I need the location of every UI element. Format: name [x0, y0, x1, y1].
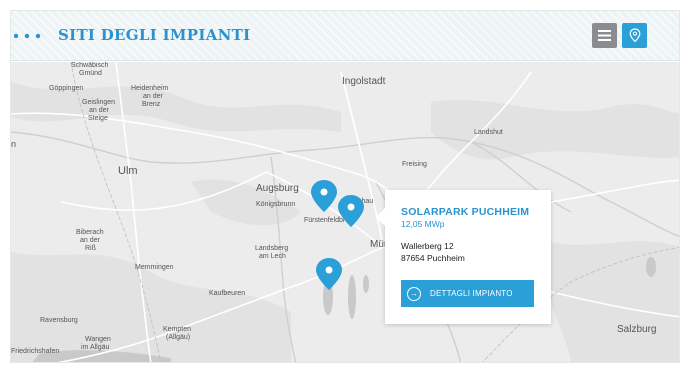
- city-label-schwabisch-gmund-2: Gmünd: [79, 70, 102, 77]
- city-label-freising: Freising: [402, 161, 427, 168]
- city-label-edge: n: [11, 139, 16, 149]
- city-label-landsberg: Landsberg: [255, 245, 288, 252]
- city-label-landshut: Landshut: [474, 129, 503, 136]
- list-view-button[interactable]: [592, 23, 617, 48]
- plant-map[interactable]: Ingolstadt Ulm Augsburg Mün Salzburg Sch…: [11, 62, 680, 363]
- city-label-ravensburg: Ravensburg: [40, 317, 78, 324]
- city-label-heidenheim: Heidenheim: [131, 85, 169, 92]
- map-canvas[interactable]: Ingolstadt Ulm Augsburg Mün Salzburg Sch…: [11, 62, 680, 363]
- city-label-kempten: Kempten: [163, 326, 191, 333]
- city-label-schwabisch-gmund: Schwäbisch: [71, 62, 108, 69]
- city-label-memmingen: Memmingen: [135, 264, 174, 271]
- city-label-wangen: Wangen: [85, 336, 111, 343]
- city-label-salzburg: Salzburg: [617, 324, 656, 335]
- city-label-konigsbrunn: Königsbrunn: [256, 201, 295, 208]
- plant-power: 12,05 MWp: [401, 219, 445, 229]
- city-label-heidenheim-2: an der: [143, 93, 164, 100]
- city-label-kaufbeuren: Kaufbeuren: [209, 290, 245, 297]
- arrow-right-circle-icon: →: [407, 286, 421, 301]
- city-label-geislingen-2: an der: [89, 107, 110, 114]
- list-icon: [598, 30, 611, 41]
- section-header: SITI DEGLI IMPIANTI: [11, 11, 679, 61]
- city-label-geislingen-3: Steige: [88, 115, 108, 122]
- popup-arrow: [376, 208, 385, 226]
- city-label-goppingen: Göppingen: [49, 85, 83, 92]
- city-label-biberach-3: Riß: [85, 245, 96, 252]
- city-label-friedrichshafen: Friedrichshafen: [11, 348, 59, 355]
- city-label-landsberg-2: am Lech: [259, 253, 286, 260]
- plant-city: 87654 Puchheim: [401, 253, 465, 263]
- city-label-ingolstadt: Ingolstadt: [342, 76, 386, 87]
- dots-decoration-icon: [13, 33, 41, 39]
- city-label-augsburg: Augsburg: [256, 183, 299, 194]
- city-label-biberach-2: an der: [80, 237, 101, 244]
- city-label-geislingen: Geislingen: [82, 99, 115, 106]
- plant-details-label: DETTAGLI IMPIANTO: [430, 289, 513, 298]
- city-label-heidenheim-3: Brenz: [142, 101, 161, 108]
- plant-sites-widget: Ingolstadt Ulm Augsburg Mün Salzburg Sch…: [10, 10, 680, 363]
- map-pin-icon: [629, 28, 640, 43]
- plant-name: SOLARPARK PUCHHEIM: [401, 206, 530, 218]
- plant-street: Wallerberg 12: [401, 241, 454, 251]
- city-label-wangen-2: im Allgäu: [81, 344, 110, 351]
- map-view-button[interactable]: [622, 23, 647, 48]
- section-title: SITI DEGLI IMPIANTI: [58, 26, 251, 44]
- plant-info-popup: SOLARPARK PUCHHEIM 12,05 MWp Wallerberg …: [376, 190, 551, 324]
- city-label-ulm: Ulm: [118, 165, 138, 177]
- city-label-kempten-2: (Allgäu): [166, 334, 190, 341]
- plant-details-button[interactable]: → DETTAGLI IMPIANTO: [401, 280, 534, 307]
- city-label-biberach: Biberach: [76, 229, 104, 236]
